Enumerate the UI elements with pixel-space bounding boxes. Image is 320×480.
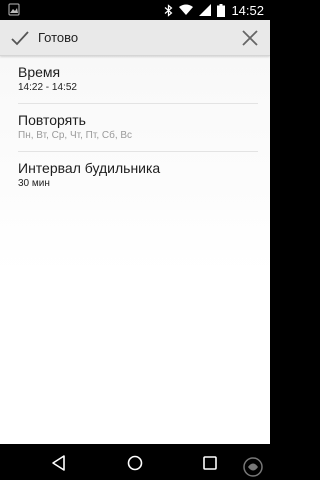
alarm-settings-screen: Готово Время 14:22 - 14:52 Повторять Пн,… bbox=[0, 20, 270, 444]
wifi-icon bbox=[179, 4, 194, 15]
settings-list: Время 14:22 - 14:52 Повторять Пн, Вт, Ср… bbox=[0, 56, 270, 200]
alarm-interval-setting[interactable]: Интервал будильника 30 мин bbox=[18, 152, 258, 200]
status-bar: 14:52 bbox=[0, 0, 270, 20]
action-bar: Готово bbox=[0, 20, 270, 56]
status-icons: 14:52 bbox=[164, 0, 264, 20]
setting-title: Время bbox=[18, 64, 61, 80]
setting-title: Интервал будильника bbox=[18, 160, 161, 176]
setting-summary: 30 мин bbox=[18, 178, 50, 189]
back-icon[interactable] bbox=[48, 452, 70, 474]
bluetooth-icon bbox=[165, 3, 173, 17]
battery-icon bbox=[217, 3, 226, 17]
setting-title: Повторять bbox=[18, 112, 86, 128]
close-icon[interactable] bbox=[238, 26, 262, 50]
home-icon[interactable] bbox=[124, 452, 146, 474]
navigation-bar bbox=[0, 444, 270, 480]
recent-apps-icon[interactable] bbox=[199, 452, 221, 474]
time-setting[interactable]: Время 14:22 - 14:52 bbox=[18, 56, 258, 104]
status-time: 14:52 bbox=[231, 2, 264, 18]
setting-summary: Пн, Вт, Ср, Чт, Пт, Сб, Вс bbox=[18, 130, 133, 141]
image-icon bbox=[8, 3, 20, 16]
check-icon bbox=[11, 31, 29, 46]
setting-summary: 14:22 - 14:52 bbox=[18, 82, 77, 93]
done-label: Готово bbox=[38, 30, 79, 45]
signal-icon bbox=[199, 4, 212, 16]
repeat-setting[interactable]: Повторять Пн, Вт, Ср, Чт, Пт, Сб, Вс bbox=[18, 104, 258, 152]
done-button[interactable]: Готово bbox=[0, 20, 150, 56]
watermark-logo-icon bbox=[243, 457, 263, 477]
